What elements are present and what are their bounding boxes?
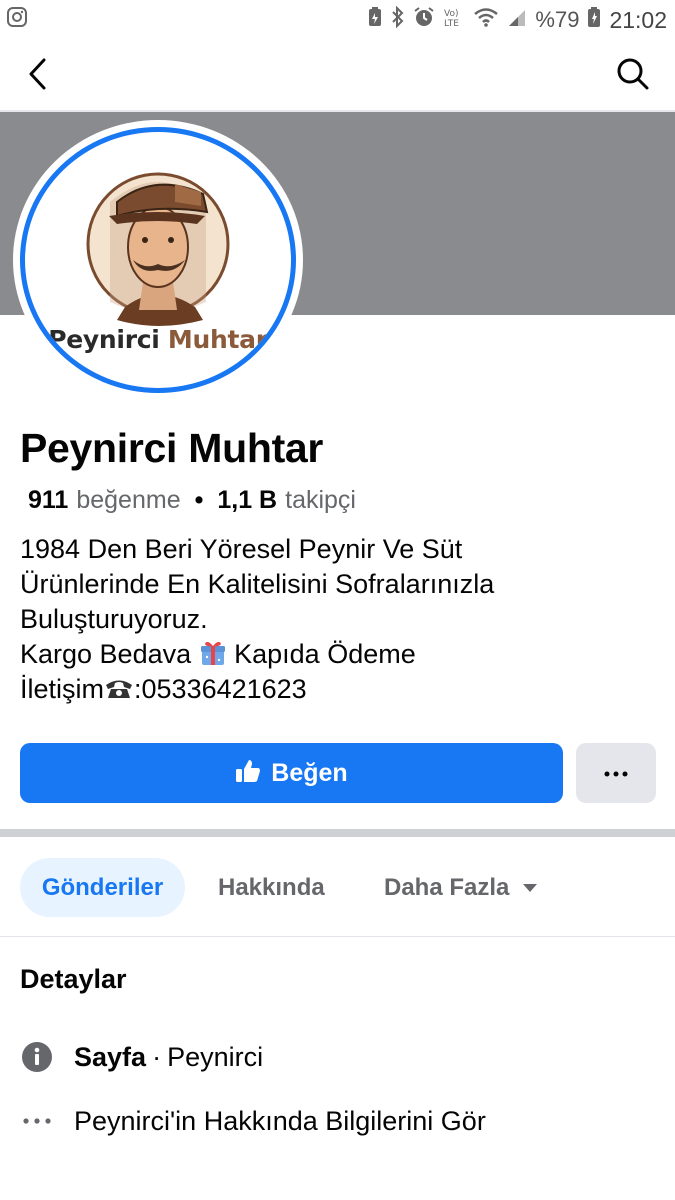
search-button[interactable] xyxy=(611,54,655,98)
page-tabs: Gönderiler Hakkında Daha Fazla xyxy=(0,837,675,937)
details-heading: Detaylar xyxy=(20,964,127,994)
avatar: Peynirci Muhtar xyxy=(20,127,296,393)
page-title: Peynirci Muhtar xyxy=(20,425,324,471)
tab-more[interactable]: Daha Fazla xyxy=(384,858,538,917)
wifi-icon xyxy=(473,6,499,34)
svg-text:LTE: LTE xyxy=(444,19,459,28)
bio-line: 1984 Den Beri Yöresel Peynir Ve Süt xyxy=(20,534,463,564)
alarm-icon xyxy=(413,6,435,34)
back-arrow-icon xyxy=(26,57,50,96)
bluetooth-icon xyxy=(391,5,405,34)
detail-separator: · xyxy=(152,1041,162,1072)
stats-separator: • xyxy=(194,486,204,514)
bio-line: Kargo Bedava Kapıda Ödeme xyxy=(20,639,416,669)
more-dots-icon xyxy=(604,764,628,782)
bio-line: Buluşturuyoruz. xyxy=(20,604,208,634)
more-options-button[interactable] xyxy=(576,743,656,803)
tab-about[interactable]: Hakkında xyxy=(218,858,325,917)
tab-more-label: Daha Fazla xyxy=(384,873,510,901)
like-button-label: Beğen xyxy=(271,758,348,787)
profile-picture[interactable]: Peynirci Muhtar xyxy=(13,120,303,400)
page-stats: 911 beğenme • 1,1 B takipçi xyxy=(28,486,356,515)
followers-label[interactable]: takipçi xyxy=(285,486,356,515)
detail-type-value: Peynirci xyxy=(167,1041,264,1072)
page-bio: 1984 Den Beri Yöresel Peynir Ve Süt Ürün… xyxy=(20,532,660,707)
info-icon xyxy=(20,1040,54,1074)
detail-page-type: Sayfa · Peynirci xyxy=(20,1040,263,1074)
like-button[interactable]: Beğen xyxy=(20,743,563,803)
battery-saver-icon xyxy=(367,6,383,34)
signal-icon xyxy=(507,6,527,34)
ellipsis-icon xyxy=(20,1104,54,1138)
detail-type-label: Sayfa xyxy=(74,1041,147,1072)
svg-text:Vo): Vo) xyxy=(444,9,458,19)
see-about-label: Peynirci'in Hakkında Bilgilerini Gör xyxy=(74,1105,486,1136)
logo-wordmark: Peynirci Muhtar xyxy=(48,325,268,354)
phone-icon xyxy=(106,680,133,698)
back-button[interactable] xyxy=(16,54,60,98)
clock: 21:02 xyxy=(609,6,667,33)
caret-down-icon xyxy=(523,883,538,892)
instagram-icon xyxy=(6,6,28,34)
see-about-link[interactable]: Peynirci'in Hakkında Bilgilerini Gör xyxy=(20,1104,486,1138)
tab-posts[interactable]: Gönderiler xyxy=(20,858,185,917)
search-icon xyxy=(616,57,650,96)
bio-line: İletişim:05336421623 xyxy=(20,674,307,704)
followers-count[interactable]: 1,1 B xyxy=(217,486,277,515)
battery-icon xyxy=(587,6,601,34)
tabs-divider xyxy=(0,936,675,937)
likes-count[interactable]: 911 xyxy=(28,486,68,515)
battery-percent: %79 xyxy=(535,7,580,32)
bio-line: Ürünlerinde En Kalitelisini Sofralarınız… xyxy=(20,569,495,599)
likes-label[interactable]: beğenme xyxy=(76,486,180,515)
section-separator xyxy=(0,829,675,837)
thumbs-up-icon xyxy=(235,758,261,789)
volte-icon: Vo) LTE xyxy=(443,6,465,34)
status-bar: Vo) LTE %79 21:02 xyxy=(0,0,675,40)
top-nav xyxy=(0,40,675,112)
gift-icon xyxy=(200,641,225,665)
